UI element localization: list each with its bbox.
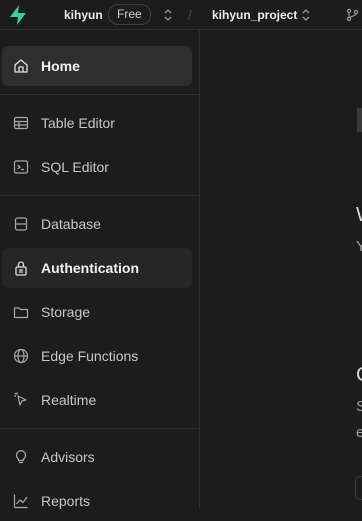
sidebar-item-storage[interactable]: Storage: [2, 292, 192, 332]
sidebar-divider: [0, 428, 199, 429]
sidebar-item-label: SQL Editor: [41, 159, 109, 175]
sidebar-item-label: Storage: [41, 304, 91, 320]
sidebar-item-advisors[interactable]: Advisors: [2, 437, 192, 477]
sidebar-item-label: Edge Functions: [41, 348, 139, 364]
project-name[interactable]: kihyun_project: [212, 8, 297, 22]
supabase-logo-icon[interactable]: [7, 4, 29, 26]
globe-icon: [13, 348, 29, 364]
sidebar-divider: [0, 195, 199, 196]
git-branch-icon[interactable]: [345, 8, 359, 22]
page-title-fragment: [357, 108, 362, 132]
project-switcher-chevron-icon[interactable]: [301, 8, 311, 22]
sidebar-item-home[interactable]: Home: [2, 46, 192, 86]
top-bar: kihyun Free / kihyun_project: [0, 0, 362, 30]
sidebar-nav: Home Table Editor SQL Editor Database Au…: [0, 30, 200, 509]
sidebar-item-label: Advisors: [41, 449, 95, 465]
sidebar-item-label: Table Editor: [41, 115, 115, 131]
sidebar-item-authentication[interactable]: Authentication: [2, 248, 192, 288]
sidebar-item-table-editor[interactable]: Table Editor: [2, 103, 192, 143]
table-icon: [13, 116, 29, 130]
breadcrumb-separator: /: [188, 7, 192, 23]
section-text-fragment: S: [356, 398, 362, 415]
sidebar-item-realtime[interactable]: Realtime: [2, 380, 192, 420]
sidebar-item-database[interactable]: Database: [2, 204, 192, 244]
sidebar-item-label: Home: [41, 58, 80, 74]
sidebar-divider: [0, 94, 199, 95]
sidebar-item-reports[interactable]: Reports: [2, 481, 192, 521]
chart-icon: [13, 494, 28, 509]
main-content: W Y C S e: [200, 30, 362, 509]
sidebar-item-edge-functions[interactable]: Edge Functions: [2, 336, 192, 376]
sidebar-item-label: Authentication: [41, 260, 139, 276]
plan-badge: Free: [108, 4, 151, 25]
welcome-heading-fragment: W: [356, 204, 362, 227]
home-icon: [14, 59, 28, 73]
button-fragment[interactable]: [355, 476, 362, 500]
section-text-fragment-2: e: [356, 424, 362, 441]
folder-icon: [13, 307, 29, 319]
sidebar-item-label: Reports: [41, 493, 91, 509]
org-switcher-chevron-icon[interactable]: [163, 8, 173, 22]
lightbulb-icon: [15, 450, 27, 464]
cursor-icon: [14, 392, 27, 406]
lock-icon: [15, 261, 27, 276]
welcome-subtext-fragment: Y: [356, 238, 362, 255]
sidebar-item-label: Realtime: [41, 392, 97, 408]
sidebar-item-label: Database: [41, 216, 101, 232]
database-icon: [14, 217, 28, 231]
terminal-icon: [13, 160, 29, 174]
section-heading-fragment: C: [356, 364, 362, 387]
sidebar-item-sql-editor[interactable]: SQL Editor: [2, 147, 192, 187]
org-name[interactable]: kihyun: [64, 8, 103, 22]
